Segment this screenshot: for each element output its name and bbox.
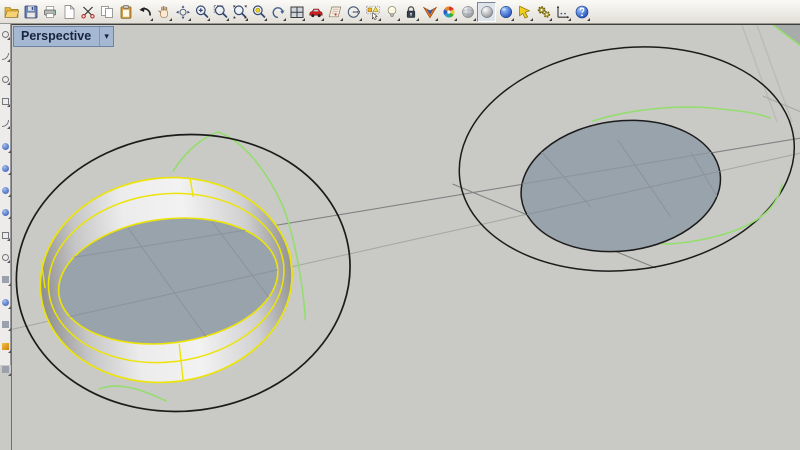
print-icon[interactable]	[40, 2, 59, 22]
open-folder-icon[interactable]	[2, 2, 21, 22]
viewport-title-text[interactable]: Perspective	[14, 27, 99, 46]
map-icon[interactable]	[325, 2, 344, 22]
paste-clipboard-icon[interactable]	[116, 2, 135, 22]
undo-view-change-icon[interactable]	[268, 2, 287, 22]
main-area: Perspective ▾	[0, 24, 800, 450]
lock-icon[interactable]	[401, 2, 420, 22]
sphere-shaded-icon[interactable]	[477, 1, 496, 22]
viewport-title-dropdown[interactable]: ▾	[99, 27, 113, 46]
viewport-layout-icon[interactable]	[287, 2, 306, 22]
undo-icon[interactable]	[135, 2, 154, 22]
help-icon[interactable]	[572, 2, 591, 22]
left-toolbar-icon-fragment[interactable]	[2, 276, 11, 287]
zoom-icon[interactable]	[192, 2, 211, 22]
viewport-canvas[interactable]	[12, 25, 800, 450]
left-toolbar-icon-fragment[interactable]	[2, 31, 10, 40]
left-toolbar-icon-fragment[interactable]	[2, 231, 10, 241]
zoom-window-icon[interactable]	[211, 2, 230, 22]
document-icon[interactable]	[59, 2, 78, 22]
pan-hand-icon[interactable]	[154, 2, 173, 22]
cut-scissors-icon[interactable]	[78, 2, 97, 22]
viewport-perspective[interactable]: Perspective ▾	[11, 24, 800, 450]
application-window: Perspective ▾	[0, 0, 800, 450]
left-toolbar-icon-fragment[interactable]	[2, 75, 10, 85]
rotate-view-icon[interactable]	[173, 2, 192, 22]
pointer-flag-icon[interactable]	[515, 2, 534, 22]
left-toolbar-icon-fragment[interactable]	[2, 343, 11, 354]
sphere-ghosted-icon[interactable]	[458, 2, 477, 22]
circle-plane-icon[interactable]	[344, 2, 363, 22]
left-toolbar-icon-fragment[interactable]	[2, 254, 10, 263]
left-toolbar-icon-fragment[interactable]	[2, 298, 11, 309]
left-toolbar-icon-fragment[interactable]	[2, 187, 11, 198]
left-toolbar-icon-fragment[interactable]	[2, 365, 11, 376]
color-wheel-icon[interactable]	[439, 2, 458, 22]
shaded-display-icon[interactable]	[420, 2, 439, 22]
left-toolbar[interactable]	[0, 24, 11, 450]
left-toolbar-icon-fragment[interactable]	[2, 209, 11, 220]
sphere-rendered-icon[interactable]	[496, 2, 515, 22]
left-toolbar-icon-fragment[interactable]	[2, 142, 11, 153]
gears-options-icon[interactable]	[534, 2, 553, 22]
zoom-extents-icon[interactable]	[230, 2, 249, 22]
save-icon[interactable]	[21, 2, 40, 22]
chevron-down-icon: ▾	[104, 31, 109, 41]
viewport-title[interactable]: Perspective ▾	[13, 26, 115, 47]
zoom-selected-icon[interactable]	[249, 2, 268, 22]
left-toolbar-icon-fragment[interactable]	[2, 164, 11, 175]
toolbar	[0, 0, 800, 24]
left-toolbar-icon-fragment[interactable]	[2, 97, 10, 107]
dimension-icon[interactable]	[553, 2, 572, 22]
select-objects-icon[interactable]	[363, 2, 382, 22]
copy-icon[interactable]	[97, 2, 116, 22]
left-toolbar-icon-fragment[interactable]	[2, 320, 11, 331]
lightbulb-visibility-icon[interactable]	[382, 2, 401, 22]
left-toolbar-icon-fragment[interactable]	[2, 120, 10, 130]
car-icon[interactable]	[306, 2, 325, 22]
left-toolbar-icon-fragment[interactable]	[2, 53, 10, 63]
